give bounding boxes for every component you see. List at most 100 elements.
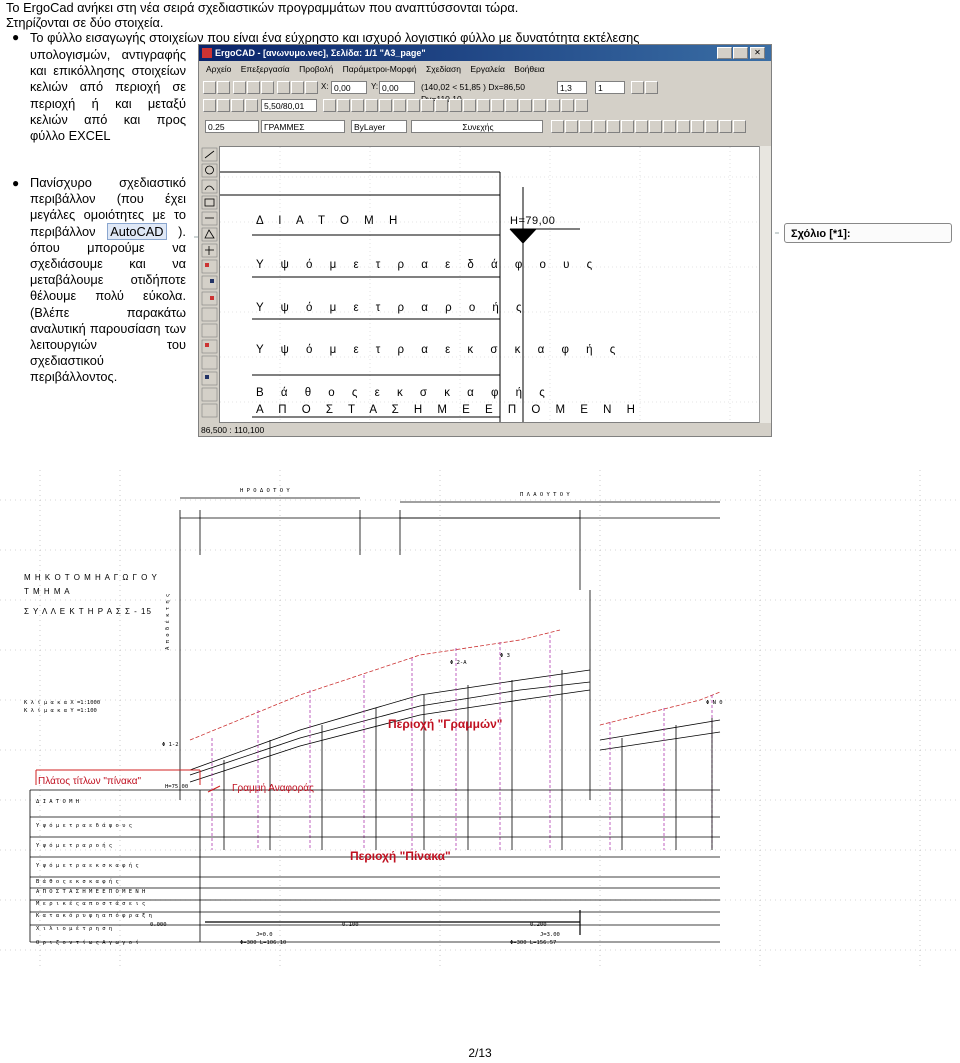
grid-icon[interactable] — [407, 99, 420, 112]
receiver-label: Α π ο δ έ κ τ η ς — [165, 593, 171, 650]
km-label-2: 0.100 — [342, 922, 359, 928]
tool-icon[interactable] — [579, 120, 592, 133]
tool-icon[interactable] — [491, 99, 504, 112]
tool-icon[interactable] — [505, 99, 518, 112]
table-row-8: Χ ι λ ι ο μ έ τ ρ η σ η — [36, 926, 113, 932]
tool-icon[interactable] — [621, 120, 634, 133]
tool-icon[interactable] — [635, 120, 648, 133]
tool-icon[interactable] — [705, 120, 718, 133]
menu-file[interactable]: Αρχείο — [206, 64, 231, 74]
print-icon[interactable] — [245, 99, 258, 112]
tool-icon[interactable] — [291, 81, 304, 94]
zoom-in-icon[interactable] — [337, 99, 350, 112]
row-excav-elev: Υ ψ ό μ ε τ ρ α ε κ σ κ α φ ή ς — [256, 344, 623, 356]
menu-edit[interactable]: Επεξεργασία — [241, 64, 290, 74]
snap-icon[interactable] — [421, 99, 434, 112]
minimize-button[interactable] — [717, 47, 732, 59]
scale-field[interactable]: 5,50/80,01 — [261, 99, 317, 112]
app-icon — [202, 48, 212, 58]
window-title: ErgoCAD - [ανωνυμο.vec], Σελίδα: 1/1 "A3… — [199, 45, 771, 61]
menu-help[interactable]: Βοήθεια — [514, 64, 544, 74]
tool-icon[interactable] — [733, 120, 746, 133]
table-row-6: Μ ε ρ ι κ έ ς α π ο σ τ ά σ ε ι ς — [36, 901, 146, 907]
tool-icon[interactable] — [277, 81, 290, 94]
drawing-canvas[interactable]: H=79,00 Δ Ι Α Τ Ο Μ Η Υ ψ ό μ ε τ ρ α ε … — [219, 146, 771, 423]
tool-icon[interactable] — [691, 120, 704, 133]
save-icon[interactable] — [231, 99, 244, 112]
spin-field-2[interactable]: 1 — [595, 81, 625, 94]
zoom-all-icon[interactable] — [393, 99, 406, 112]
zoom-window-icon[interactable] — [365, 99, 378, 112]
annot-lines-area: Περιοχή "Γραμμών" — [388, 717, 503, 731]
tool-icon[interactable] — [607, 120, 620, 133]
profile-title-2: Τ Μ Η Μ Α — [24, 587, 71, 596]
x-field[interactable]: 0,00 — [331, 81, 367, 94]
status-coords: 86,500 : 110,100 — [201, 425, 265, 435]
tool-icon[interactable] — [533, 99, 546, 112]
maximize-button[interactable] — [733, 47, 748, 59]
menu-tools[interactable]: Εργαλεία — [470, 64, 505, 74]
pan-icon[interactable] — [379, 99, 392, 112]
zoom-icon[interactable] — [323, 99, 336, 112]
open-icon[interactable] — [217, 99, 230, 112]
new-icon[interactable] — [203, 99, 216, 112]
tool-icon[interactable] — [449, 99, 462, 112]
intro-text: Το ErgoCad ανήκει στη νέα σειρά σχεδιαστ… — [6, 0, 956, 30]
tool-icon[interactable] — [575, 99, 588, 112]
draw-tools-icons[interactable] — [201, 146, 219, 423]
bullet2-post: ). όπου μπορούμε να σχεδιάσουμε και να μ… — [30, 223, 186, 385]
menu-draw[interactable]: Σχεδίαση — [426, 64, 461, 74]
y-field[interactable]: 0,00 — [379, 81, 415, 94]
color-select[interactable]: ByLayer — [351, 120, 407, 133]
tool-icon[interactable] — [247, 81, 260, 94]
spin-field-1[interactable]: 1,3 — [557, 81, 587, 94]
intro-line-2: Στηρίζονται σε δύο στοιχεία. — [6, 15, 164, 30]
tool-icon[interactable] — [565, 120, 578, 133]
autocad-highlight[interactable]: AutoCAD — [107, 222, 167, 240]
tool-icon[interactable] — [217, 81, 230, 94]
tool-icon[interactable] — [663, 120, 676, 133]
annot-title-width: Πλάτος τίτλων "πίνακα" — [38, 776, 142, 787]
close-icon[interactable]: ✕ — [750, 47, 765, 59]
bullet2-text: Πανίσχυρο σχεδιαστικό περιβάλλον (που έχ… — [30, 175, 186, 386]
tool-icon[interactable] — [261, 81, 274, 94]
bullet1-rest: υπολογισμών, αντιγραφής και επικόλλησης … — [30, 47, 186, 144]
ortho-icon[interactable] — [435, 99, 448, 112]
menu-bar: Αρχείο Επεξεργασία Προβολή Παράμετροι-Μο… — [199, 61, 771, 77]
node-label-end: Φ N 0 — [706, 700, 723, 706]
tool-icon[interactable] — [649, 120, 662, 133]
tool-icon[interactable] — [519, 99, 532, 112]
tool-icon[interactable] — [233, 81, 246, 94]
tool-icon[interactable] — [561, 99, 574, 112]
x-label: X: — [321, 82, 329, 91]
profile-title-1: Μ Η Κ Ο Τ Ο Μ Η Α Γ Ω Γ Ο Υ — [24, 573, 158, 582]
comment-box[interactable]: Σχόλιο [*1]: — [784, 223, 952, 243]
menu-view[interactable]: Προβολή — [299, 64, 333, 74]
toolbar-properties: 0.25 ΓΡΑΜΜΕΣ ByLayer Συνεχής — [201, 118, 769, 136]
bullet1-first-line: Το φύλλο εισαγωγής στοιχείων που είναι έ… — [30, 30, 640, 45]
zoom-out-icon[interactable] — [351, 99, 364, 112]
layer-select[interactable]: ΓΡΑΜΜΕΣ — [261, 120, 345, 133]
tool-icon[interactable] — [547, 99, 560, 112]
bullet-dot: ● — [12, 30, 20, 44]
linetype-select[interactable]: Συνεχής — [411, 120, 543, 133]
status-bar: 86,500 : 110,100 — [201, 424, 769, 436]
tool-icon[interactable] — [477, 99, 490, 112]
redo-icon[interactable] — [645, 81, 658, 94]
tool-icon[interactable] — [203, 81, 216, 94]
toolbar-zoom: 5,50/80,01 — [201, 97, 769, 115]
node-label-mid: Φ 3 — [500, 653, 510, 659]
tool-icon[interactable] — [719, 120, 732, 133]
undo-icon[interactable] — [631, 81, 644, 94]
coords-readout: (140,02 < 51,85 ) Dx=86,50 Dy=110,10 — [419, 81, 547, 104]
tool-icon[interactable] — [305, 81, 318, 94]
menu-params[interactable]: Παράμετροι-Μορφή — [343, 64, 417, 74]
row-diatomi: Δ Ι Α Τ Ο Μ Η — [256, 215, 404, 227]
lineweight-select[interactable]: 0.25 — [205, 120, 259, 133]
tool-icon[interactable] — [593, 120, 606, 133]
pipe-1-slope: J=0.0 — [256, 932, 273, 938]
vertical-scrollbar[interactable] — [759, 146, 771, 423]
tool-icon[interactable] — [463, 99, 476, 112]
tool-icon[interactable] — [677, 120, 690, 133]
tool-icon[interactable] — [551, 120, 564, 133]
